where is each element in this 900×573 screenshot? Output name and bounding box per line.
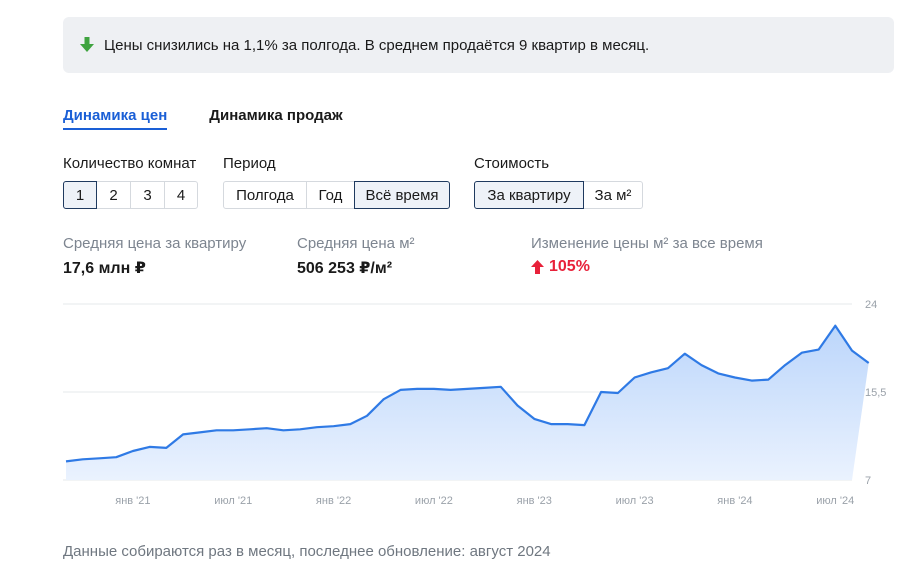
avg-price-stat: Средняя цена за квартиру 17,6 млн ₽ <box>63 235 246 278</box>
avg-m2-stat: Средняя цена м² 506 253 ₽/м² <box>297 235 415 278</box>
price-chart: 24 15,5 7 янв '21 июл '21 янв '22 июл '22 янв … <box>63 299 886 507</box>
x-tick-label: июл '22 <box>415 495 453 507</box>
rooms-option-2[interactable]: 2 <box>96 181 131 209</box>
rooms-filter: Количество комнат 1 2 3 4 <box>63 155 198 209</box>
x-tick-label: июл '23 <box>616 495 654 507</box>
cost-filter: Стоимость За квартиру За м² <box>474 155 643 209</box>
cost-filter-label: Стоимость <box>474 155 550 172</box>
tab-sales-dynamics[interactable]: Динамика продаж <box>209 107 342 130</box>
x-tick-label: янв '23 <box>517 495 552 507</box>
avg-m2-label: Средняя цена м² <box>297 235 415 252</box>
banner-text: Цены снизились на 1,1% за полгода. В сре… <box>104 36 650 54</box>
x-tick-label: июл '24 <box>816 495 854 507</box>
period-option-year[interactable]: Год <box>306 181 355 209</box>
arrow-down-icon <box>80 37 94 52</box>
avg-price-value: 17,6 млн ₽ <box>63 260 146 277</box>
period-option-half-year[interactable]: Полгода <box>223 181 307 209</box>
x-tick-label: июл '21 <box>214 495 252 507</box>
cost-option-per-apartment[interactable]: За квартиру <box>474 181 584 209</box>
avg-m2-value: 506 253 ₽/м² <box>297 260 393 277</box>
y-tick-label: 7 <box>865 475 871 487</box>
price-change-value: 105% <box>549 258 590 275</box>
price-change-label: Изменение цены м² за все время <box>531 235 763 252</box>
rooms-filter-label: Количество комнат <box>63 155 197 172</box>
y-tick-label: 24 <box>865 299 877 311</box>
footer-note: Данные собираются раз в месяц, последнее… <box>63 543 551 560</box>
cost-option-per-m2[interactable]: За м² <box>583 181 643 209</box>
period-option-all-time[interactable]: Всё время <box>354 181 450 209</box>
avg-price-label: Средняя цена за квартиру <box>63 235 247 252</box>
price-change-value-wrap: 105% <box>531 258 763 276</box>
arrow-up-icon <box>531 260 544 274</box>
x-tick-label: янв '21 <box>115 495 150 507</box>
price-change-stat: Изменение цены м² за все время 105% <box>531 235 763 276</box>
period-filter: Период Полгода Год Всё время <box>223 155 450 209</box>
rooms-option-4[interactable]: 4 <box>164 181 198 209</box>
y-tick-label: 15,5 <box>865 387 886 399</box>
x-tick-label: янв '24 <box>717 495 752 507</box>
tabs: Динамика цен Динамика продаж <box>63 107 343 130</box>
price-change-banner: Цены снизились на 1,1% за полгода. В сре… <box>63 17 894 73</box>
rooms-option-3[interactable]: 3 <box>130 181 165 209</box>
rooms-option-1[interactable]: 1 <box>63 181 97 209</box>
tab-price-dynamics[interactable]: Динамика цен <box>63 107 168 130</box>
x-tick-label: янв '22 <box>316 495 351 507</box>
period-filter-label: Период <box>223 155 276 172</box>
price-area <box>66 325 869 480</box>
